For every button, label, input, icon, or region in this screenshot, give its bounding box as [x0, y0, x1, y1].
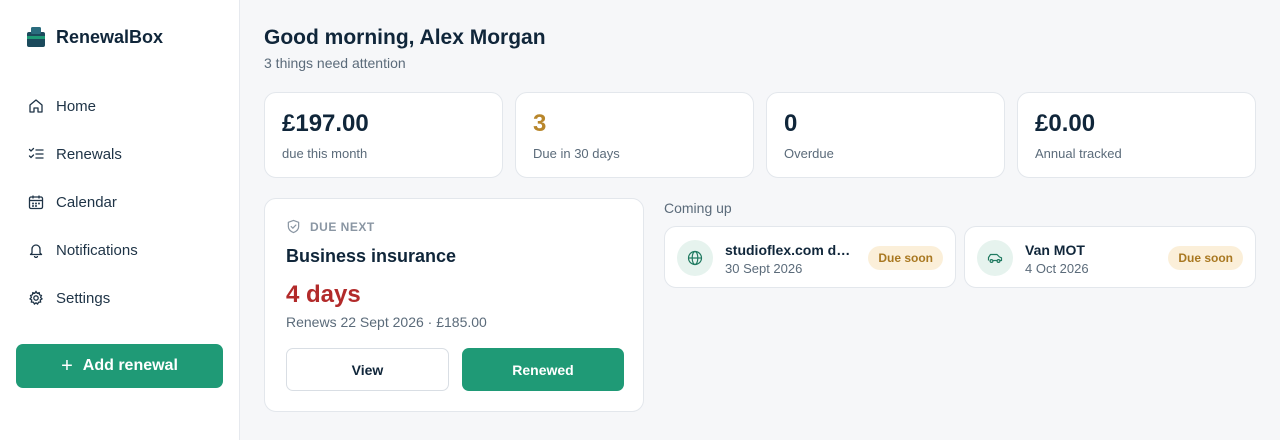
- status-badge: Due soon: [868, 246, 943, 270]
- stat-label: Overdue: [784, 146, 834, 161]
- calendar-icon: [28, 195, 44, 210]
- sidebar-item-label: Renewals: [56, 145, 122, 163]
- car-icon: [987, 253, 1003, 264]
- coming-up-heading: Coming up: [664, 200, 732, 216]
- sidebar-item-label: Settings: [56, 289, 111, 307]
- upcoming-icon-wrap: [977, 240, 1013, 276]
- sidebar-item-home[interactable]: Home: [0, 82, 239, 130]
- stat-card-due-this-month: £197.00 due this month: [264, 92, 503, 178]
- gear-icon: [28, 290, 44, 305]
- stat-card-overdue: 0 Overdue: [766, 92, 1005, 178]
- due-next-card: DUE NEXT Business insurance 4 days Renew…: [264, 198, 644, 412]
- upcoming-item-date: 30 Sept 2026: [725, 261, 803, 276]
- stat-value: 3: [533, 110, 547, 137]
- due-next-renewal-info: Renews 22 Sept 2026 · £185.00: [286, 314, 487, 330]
- upcoming-item-date: 4 Oct 2026: [1025, 261, 1089, 276]
- app-name: RenewalBox: [56, 26, 164, 47]
- view-button[interactable]: View: [286, 348, 449, 391]
- due-next-title: Business insurance: [286, 246, 457, 266]
- sidebar: RenewalBox Home Renewals Calendar Notifi…: [0, 0, 240, 440]
- plus-icon: +: [61, 355, 73, 377]
- checklist-icon: [28, 147, 44, 159]
- bell-icon: [29, 244, 43, 258]
- sidebar-item-notifications[interactable]: Notifications: [0, 226, 239, 274]
- shield-check-icon: [287, 219, 300, 234]
- sidebar-nav: Home Renewals Calendar Notifications Set…: [0, 82, 239, 322]
- sidebar-item-calendar[interactable]: Calendar: [0, 178, 239, 226]
- home-icon: [29, 99, 43, 113]
- stat-value: £197.00: [282, 110, 369, 137]
- status-badge: Due soon: [1168, 246, 1243, 270]
- stat-value: £0.00: [1035, 110, 1096, 137]
- sidebar-item-label: Notifications: [56, 241, 138, 259]
- stat-value: 0: [784, 110, 798, 137]
- sidebar-item-renewals[interactable]: Renewals: [0, 130, 239, 178]
- due-next-tag: DUE NEXT: [286, 219, 375, 234]
- upcoming-icon-wrap: [677, 240, 713, 276]
- attention-summary: 3 things need attention: [264, 55, 406, 71]
- stat-label: due this month: [282, 146, 368, 161]
- stat-label: Annual tracked: [1035, 146, 1122, 161]
- page-title: Good morning, Alex Morgan: [264, 26, 546, 49]
- sidebar-item-label: Calendar: [56, 193, 117, 211]
- sidebar-item-settings[interactable]: Settings: [0, 274, 239, 322]
- sidebar-item-label: Home: [56, 97, 97, 115]
- upcoming-item-name: Van MOT: [1025, 242, 1085, 258]
- upcoming-item[interactable]: studioflex.com domain 30 Sept 2026 Due s…: [664, 226, 956, 288]
- stat-card-due-in-30-days: 3 Due in 30 days: [515, 92, 754, 178]
- add-renewal-button[interactable]: + Add renewal: [16, 344, 223, 388]
- renewed-button[interactable]: Renewed: [462, 348, 624, 391]
- brand[interactable]: RenewalBox: [26, 26, 163, 48]
- due-next-label: DUE NEXT: [310, 219, 375, 234]
- stat-card-annual-tracked: £0.00 Annual tracked: [1017, 92, 1256, 178]
- globe-icon: [687, 250, 703, 266]
- upcoming-item-name: studioflex.com domain: [725, 242, 857, 258]
- upcoming-item[interactable]: Van MOT 4 Oct 2026 Due soon: [964, 226, 1256, 288]
- stat-label: Due in 30 days: [533, 146, 620, 161]
- box-logo-icon: [27, 27, 45, 47]
- due-next-days: 4 days: [286, 281, 361, 308]
- add-renewal-label: Add renewal: [82, 357, 178, 374]
